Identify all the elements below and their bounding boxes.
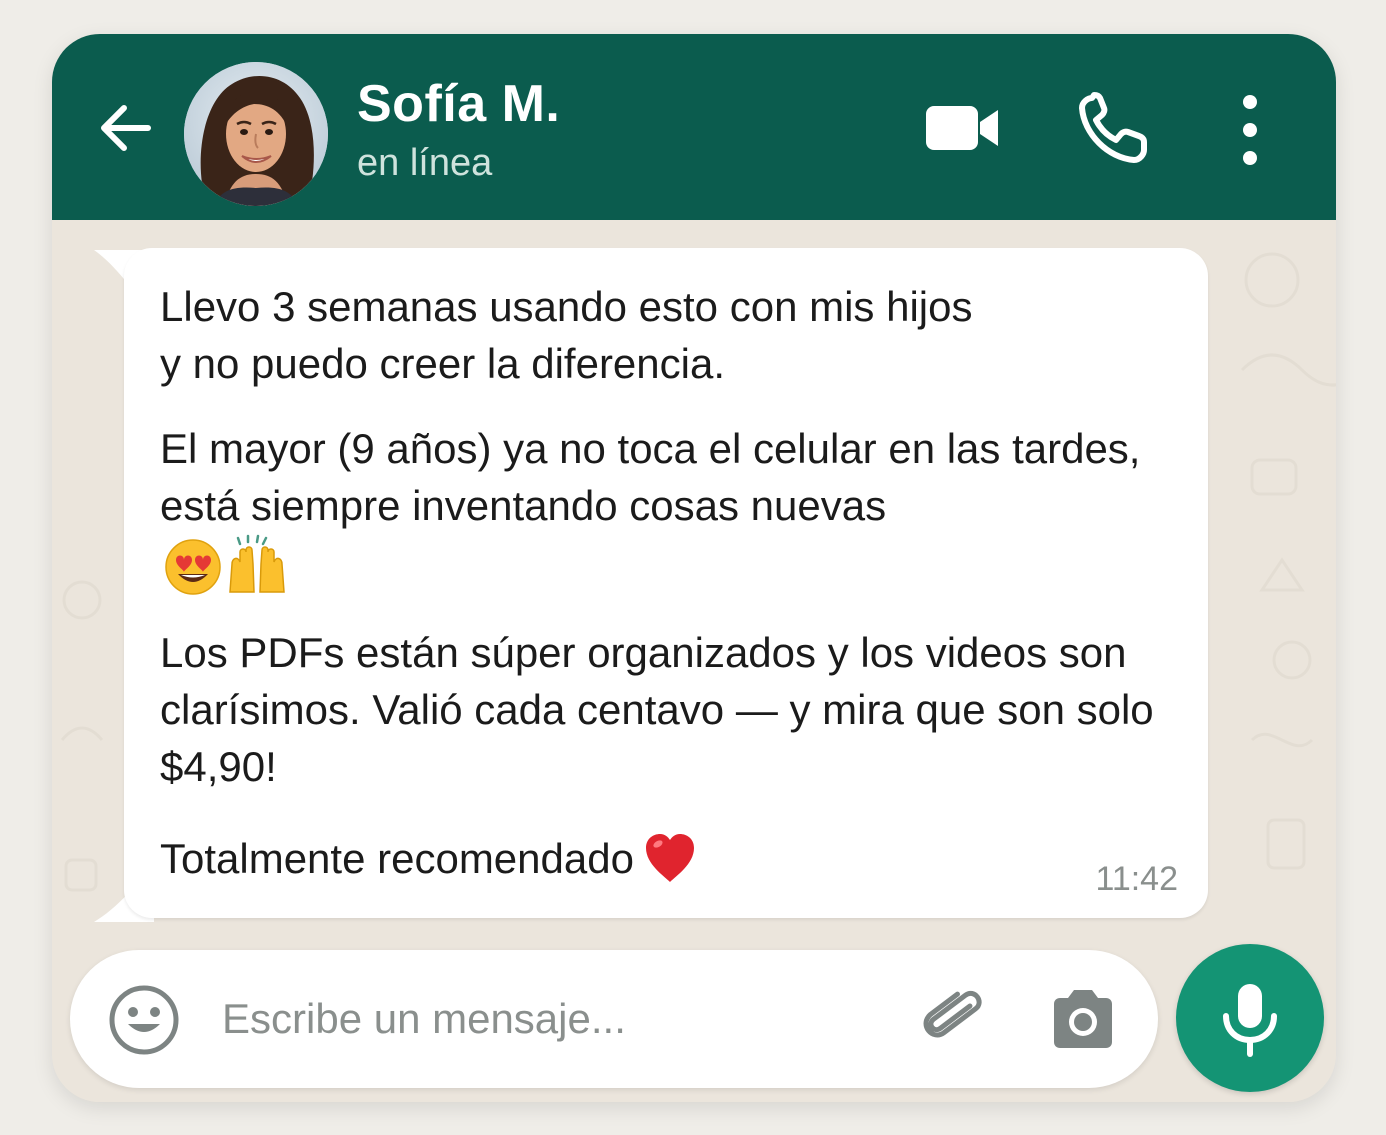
chat-window: Sofía M. en línea Llevo 3 semanas usando… xyxy=(52,34,1336,1102)
video-call-button[interactable] xyxy=(924,100,1000,156)
message-timestamp: 11:42 xyxy=(1095,860,1178,898)
message-bubble[interactable]: Llevo 3 semanas usando esto con mis hijo… xyxy=(124,248,1208,918)
paperclip-icon xyxy=(923,991,982,1038)
message-paragraph-3: Los PDFs están súper organizados y los v… xyxy=(160,629,1154,790)
camera-icon xyxy=(1054,990,1112,1048)
attach-button[interactable] xyxy=(916,980,994,1058)
chat-area[interactable]: Llevo 3 semanas usando esto con mis hijo… xyxy=(52,220,1336,1102)
avatar[interactable] xyxy=(184,62,328,206)
phone-icon xyxy=(1079,92,1147,163)
menu-button[interactable] xyxy=(1236,94,1264,166)
mic-button[interactable] xyxy=(1176,944,1324,1092)
message-paragraph-4-text: Totalmente recomendado xyxy=(160,835,634,882)
arrow-left-icon xyxy=(101,105,151,151)
more-vertical-icon xyxy=(1243,95,1257,165)
red-heart-emoji xyxy=(645,833,694,882)
back-button[interactable] xyxy=(94,96,158,160)
chat-header: Sofía M. en línea xyxy=(52,34,1336,220)
message-paragraph-2: El mayor (9 años) ya no toca el celular … xyxy=(160,425,1141,529)
raising-hands-emoji xyxy=(229,534,285,593)
camera-button[interactable] xyxy=(1048,984,1118,1054)
microphone-icon xyxy=(1223,984,1277,1057)
video-camera-icon xyxy=(926,106,998,150)
message-input[interactable] xyxy=(222,980,882,1058)
smiley-icon xyxy=(109,985,179,1055)
contact-name[interactable]: Sofía M. xyxy=(357,74,560,134)
heart-eyes-emoji xyxy=(165,539,221,595)
message-paragraph-4: Totalmente recomendado xyxy=(160,830,860,887)
voice-call-button[interactable] xyxy=(1078,92,1150,164)
avatar-photo xyxy=(184,62,328,206)
contact-status: en línea xyxy=(357,142,493,184)
message-paragraph-1: Llevo 3 semanas usando esto con mis hijo… xyxy=(160,283,973,387)
message-composer xyxy=(70,950,1158,1088)
emoji-row xyxy=(164,534,294,600)
emoji-button[interactable] xyxy=(108,984,180,1056)
